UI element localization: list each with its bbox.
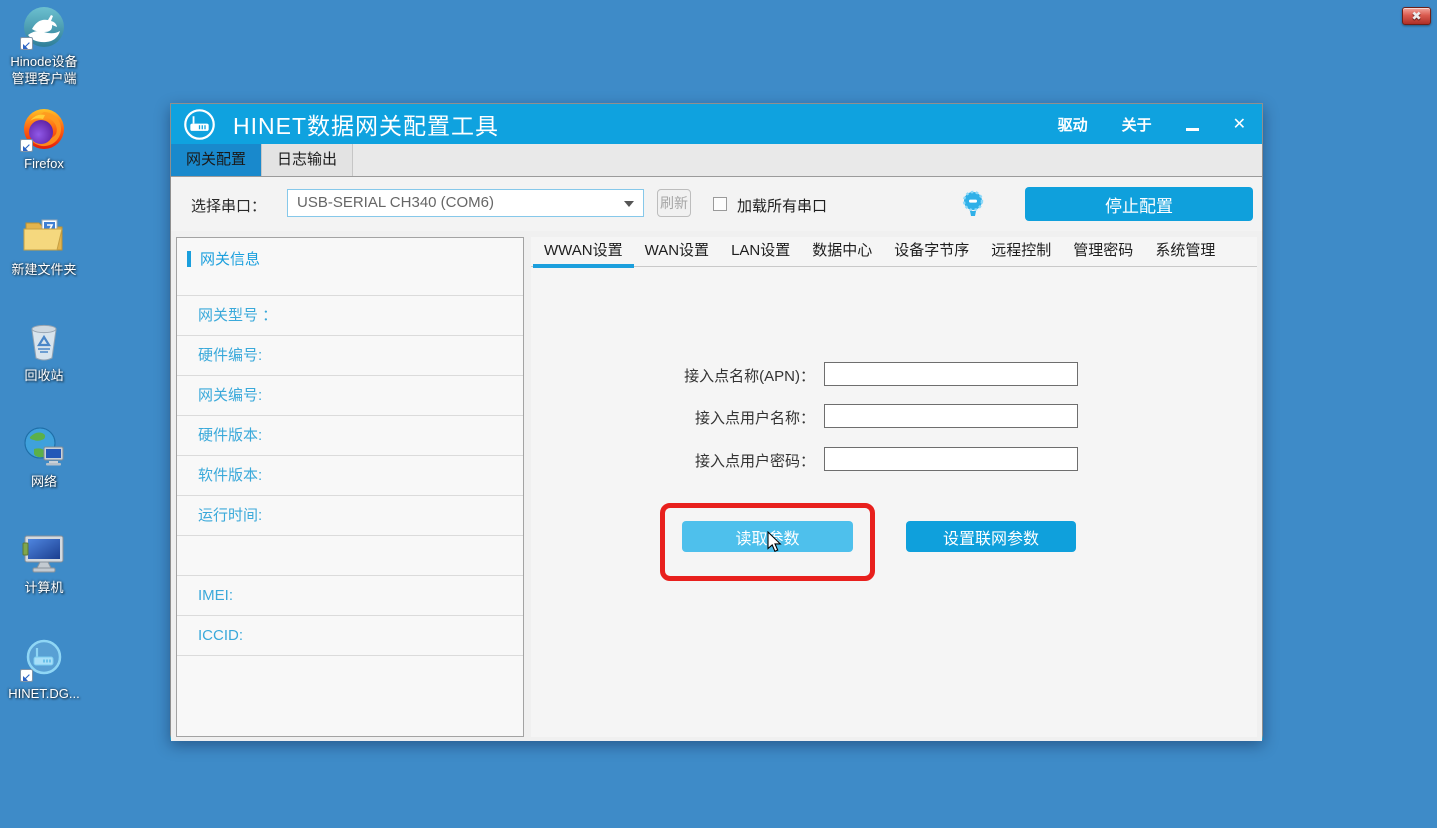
field-imei: IMEI: — [177, 575, 523, 615]
desktop-icon-network[interactable]: 网络 — [0, 424, 88, 490]
window-title: HINET数据网关配置工具 — [233, 107, 499, 141]
field-software-version: 软件版本: — [177, 455, 523, 495]
desktop-icon-label: HINET.DG... — [8, 685, 80, 702]
tab-data-center[interactable]: 数据中心 — [801, 237, 883, 266]
load-all-ports-checkbox[interactable] — [713, 197, 727, 211]
router-circle-icon — [21, 636, 67, 682]
desktop-icon-recycle-bin[interactable]: 回收站 — [0, 318, 88, 384]
recycle-bin-icon — [21, 318, 67, 364]
apn-username-label: 接入点用户名称： — [605, 407, 815, 428]
mouse-cursor-icon — [767, 531, 782, 554]
desktop-icon-label: Hinode设备 管理客户端 — [10, 53, 77, 87]
desktop-icon-label: 回收站 — [24, 367, 63, 384]
tab-gateway-config[interactable]: 网关配置 — [171, 144, 261, 176]
field-iccid: ICCID: — [177, 615, 523, 655]
apn-label: 接入点名称(APN)： — [605, 365, 815, 386]
desktop-icon-hinet-dg[interactable]: HINET.DG... — [0, 636, 88, 702]
apn-password-label: 接入点用户密码： — [605, 450, 815, 471]
gateway-info-panel: 网关信息 网关型号 ： 硬件编号: 网关编号: 硬件版本: 软件版本: 运行时间… — [176, 237, 524, 737]
shortcut-arrow-icon — [20, 37, 33, 50]
hinode-antelope-icon — [21, 4, 67, 50]
tab-remote-control[interactable]: 远程控制 — [980, 237, 1062, 266]
about-menu-link[interactable]: 关于 — [1122, 114, 1152, 135]
tab-wwan-settings[interactable]: WWAN设置 — [533, 237, 634, 266]
gateway-info-header: 网关信息 — [177, 238, 523, 295]
shortcut-arrow-icon — [20, 669, 33, 682]
desktop-icon-label: Firefox — [24, 155, 64, 172]
load-all-ports-label: 加载所有串口 — [737, 195, 827, 216]
apn-username-input[interactable] — [824, 404, 1078, 428]
desktop-icon-label: 网络 — [31, 473, 57, 490]
serial-port-label: 选择串口： — [191, 195, 266, 216]
desktop-icon-label: 计算机 — [24, 579, 63, 596]
tab-lan-settings[interactable]: LAN设置 — [720, 237, 801, 266]
tab-device-byte-order[interactable]: 设备字节序 — [883, 237, 980, 266]
tab-system-management[interactable]: 系统管理 — [1144, 237, 1226, 266]
apn-input[interactable] — [824, 362, 1078, 386]
firefox-icon — [21, 106, 67, 152]
content-area: 网关信息 网关型号 ： 硬件编号: 网关编号: 硬件版本: 软件版本: 运行时间… — [171, 231, 1262, 741]
window-tab-strip: 网关配置 日志输出 — [171, 144, 1262, 177]
set-network-params-button[interactable]: 设置联网参数 — [906, 521, 1076, 552]
serial-port-value: USB-SERIAL CH340 (COM6) — [297, 194, 494, 211]
close-icon[interactable]: ✕ — [1233, 114, 1246, 134]
desktop-icon-hinode-client[interactable]: Hinode设备 管理客户端 — [0, 4, 88, 87]
field-hardware-version: 硬件版本: — [177, 415, 523, 455]
app-window: HINET数据网关配置工具 驱动 关于 ✕ 网关配置 日志输出 选择串口： US… — [170, 103, 1263, 740]
field-hardware-number: 硬件编号: — [177, 335, 523, 375]
minimize-icon[interactable] — [1186, 117, 1199, 132]
bulb-indicator-icon — [962, 190, 984, 219]
field-gateway-model: 网关型号 ： — [177, 295, 523, 335]
field-gateway-number: 网关编号: — [177, 375, 523, 415]
settings-panel: WWAN设置 WAN设置 LAN设置 数据中心 设备字节序 远程控制 管理密码 … — [531, 237, 1257, 737]
apn-password-input[interactable] — [824, 447, 1078, 471]
shortcut-arrow-icon — [20, 139, 33, 152]
serial-port-select[interactable]: USB-SERIAL CH340 (COM6) — [287, 189, 644, 217]
driver-menu-link[interactable]: 驱动 — [1058, 114, 1088, 135]
header-accent-bar — [187, 251, 191, 267]
field-uptime: 运行时间: — [177, 495, 523, 535]
empty-row — [177, 655, 523, 737]
combo-arrow-icon — [624, 201, 634, 207]
tab-admin-password[interactable]: 管理密码 — [1062, 237, 1144, 266]
refresh-button[interactable]: 刷新 — [657, 189, 691, 217]
empty-row — [177, 535, 523, 575]
computer-monitor-icon — [21, 530, 67, 576]
app-router-icon — [183, 108, 216, 141]
settings-tab-strip: WWAN设置 WAN设置 LAN设置 数据中心 设备字节序 远程控制 管理密码 … — [531, 237, 1257, 267]
folder-icon — [21, 212, 67, 258]
tab-wan-settings[interactable]: WAN设置 — [634, 237, 720, 266]
desktop-icon-firefox[interactable]: Firefox — [0, 106, 88, 172]
overlay-close-button[interactable]: ✖ — [1402, 7, 1431, 25]
toolbar: 选择串口： USB-SERIAL CH340 (COM6) 刷新 加载所有串口 … — [171, 177, 1262, 231]
desktop-icon-label: 新建文件夹 — [11, 261, 76, 278]
tab-log-output[interactable]: 日志输出 — [261, 144, 353, 176]
network-globe-icon — [21, 424, 67, 470]
desktop-icon-new-folder[interactable]: 新建文件夹 — [0, 212, 88, 278]
stop-config-button[interactable]: 停止配置 — [1025, 187, 1253, 221]
desktop-icon-computer[interactable]: 计算机 — [0, 530, 88, 596]
overlay-close-icon: ✖ — [1411, 9, 1421, 23]
titlebar[interactable]: HINET数据网关配置工具 驱动 关于 ✕ — [171, 104, 1262, 144]
